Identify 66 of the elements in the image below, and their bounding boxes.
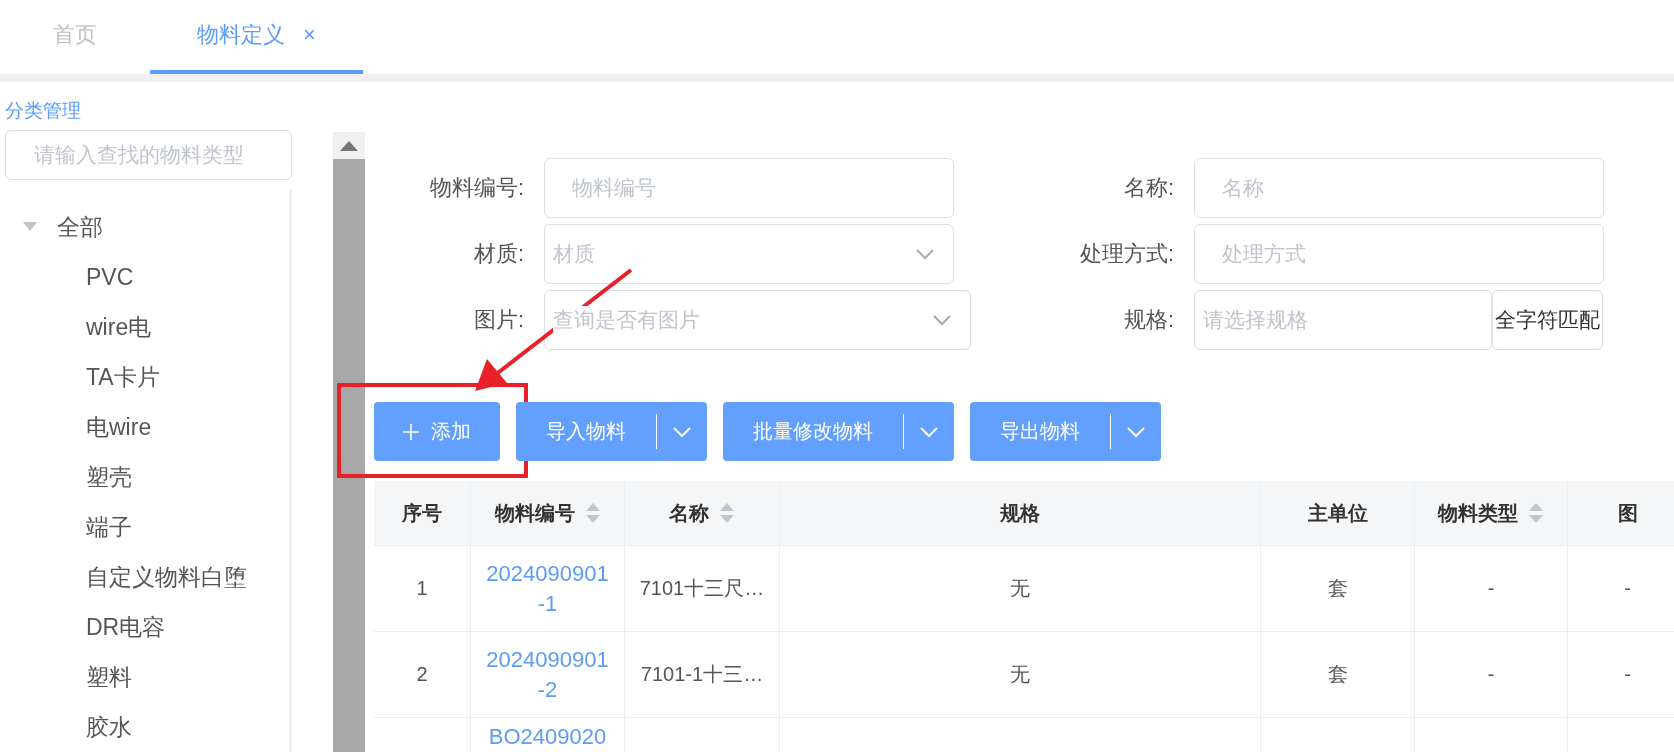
field-label: 物料编号: xyxy=(429,174,524,202)
input-field[interactable]: 物料编号 xyxy=(544,158,954,218)
tree-item[interactable]: 端子 xyxy=(5,502,132,552)
tree-item[interactable]: 电wire xyxy=(5,402,152,452)
table-cell-text: 7101十三尺… xyxy=(639,576,765,601)
material-code-link[interactable]: 2024090901-1 xyxy=(485,558,610,619)
table-cell: - xyxy=(1487,577,1495,600)
column-header: 规格 xyxy=(780,481,1261,546)
sort-icon[interactable] xyxy=(584,502,601,524)
tree-item[interactable]: wire电 xyxy=(5,302,152,352)
search-field[interactable]: 请输入查找的物料类型 xyxy=(5,130,292,180)
plus-icon xyxy=(403,423,419,440)
table-cell: 1 xyxy=(416,577,428,600)
table-cell: 2 xyxy=(416,663,428,686)
column-header[interactable]: 物料类型 xyxy=(1415,481,1568,546)
material-code-link[interactable]: 2024090901-2 xyxy=(485,644,610,705)
select-field[interactable]: 查询是否有图片 xyxy=(544,290,971,350)
action-button[interactable]: 导出物料 xyxy=(970,414,1111,449)
field-label: 材质: xyxy=(473,240,524,268)
match-mode-button[interactable]: 全字符匹配 xyxy=(1492,290,1603,350)
table-cell-text: 无 xyxy=(1010,662,1030,687)
tree-item[interactable]: 胶水 xyxy=(5,702,132,752)
chevron-down-icon xyxy=(932,314,952,326)
scroll-up-icon[interactable] xyxy=(340,141,358,151)
column-header: 主单位 xyxy=(1261,481,1415,546)
column-header: 图 xyxy=(1568,481,1674,546)
tree-item[interactable]: TA卡片 xyxy=(5,352,160,402)
table-cell-text: 无 xyxy=(1010,576,1030,601)
material-code-link[interactable]: BO2409020 xyxy=(485,722,610,752)
table-cell: - xyxy=(1624,663,1631,686)
input-field[interactable]: 请选择规格 xyxy=(1194,290,1492,350)
tree-item[interactable]: PVC xyxy=(5,252,134,302)
tree-item[interactable]: 塑壳 xyxy=(5,452,132,502)
tab[interactable]: 首页 xyxy=(0,0,150,74)
input-field[interactable]: 处理方式 xyxy=(1194,224,1604,284)
tree-item[interactable]: DR电容 xyxy=(5,602,166,652)
tree-item[interactable]: 塑料 xyxy=(5,652,132,702)
add-button[interactable]: 添加 xyxy=(374,402,500,461)
chevron-down-icon xyxy=(915,248,935,260)
field-label: 处理方式: xyxy=(1079,240,1174,268)
column-header[interactable]: 物料编号 xyxy=(471,481,625,546)
table-cell-text: 套 xyxy=(1327,662,1348,687)
chevron-down-icon xyxy=(672,425,692,438)
input-field[interactable]: 名称 xyxy=(1194,158,1604,218)
sidebar-title: 分类管理 xyxy=(5,99,81,123)
chevron-down-icon xyxy=(919,425,939,438)
column-header: 序号 xyxy=(374,481,471,546)
column-header[interactable]: 名称 xyxy=(625,481,780,546)
field-label: 名称: xyxy=(1123,174,1174,202)
caret-icon[interactable] xyxy=(23,222,37,232)
action-button[interactable]: 导入物料 xyxy=(516,414,657,449)
tree-item[interactable]: 自定义物料白堕 xyxy=(5,552,247,602)
select-field[interactable]: 材质 xyxy=(544,224,954,284)
tab[interactable]: 物料定义 × xyxy=(150,0,363,74)
sort-icon[interactable] xyxy=(1528,502,1544,524)
table-cell-text: 7101-1十三… xyxy=(640,662,764,687)
field-label: 规格: xyxy=(1123,306,1174,334)
action-button[interactable]: 批量修改物料 xyxy=(723,414,904,449)
table-cell: - xyxy=(1487,663,1495,686)
table-cell-text: 套 xyxy=(1327,576,1348,601)
close-icon[interactable]: × xyxy=(303,22,316,48)
tree-item[interactable]: 全部 xyxy=(57,211,103,243)
table-cell: - xyxy=(1624,577,1631,600)
field-label: 图片: xyxy=(473,306,524,334)
sort-icon[interactable] xyxy=(719,502,735,524)
chevron-down-icon xyxy=(1126,425,1146,438)
